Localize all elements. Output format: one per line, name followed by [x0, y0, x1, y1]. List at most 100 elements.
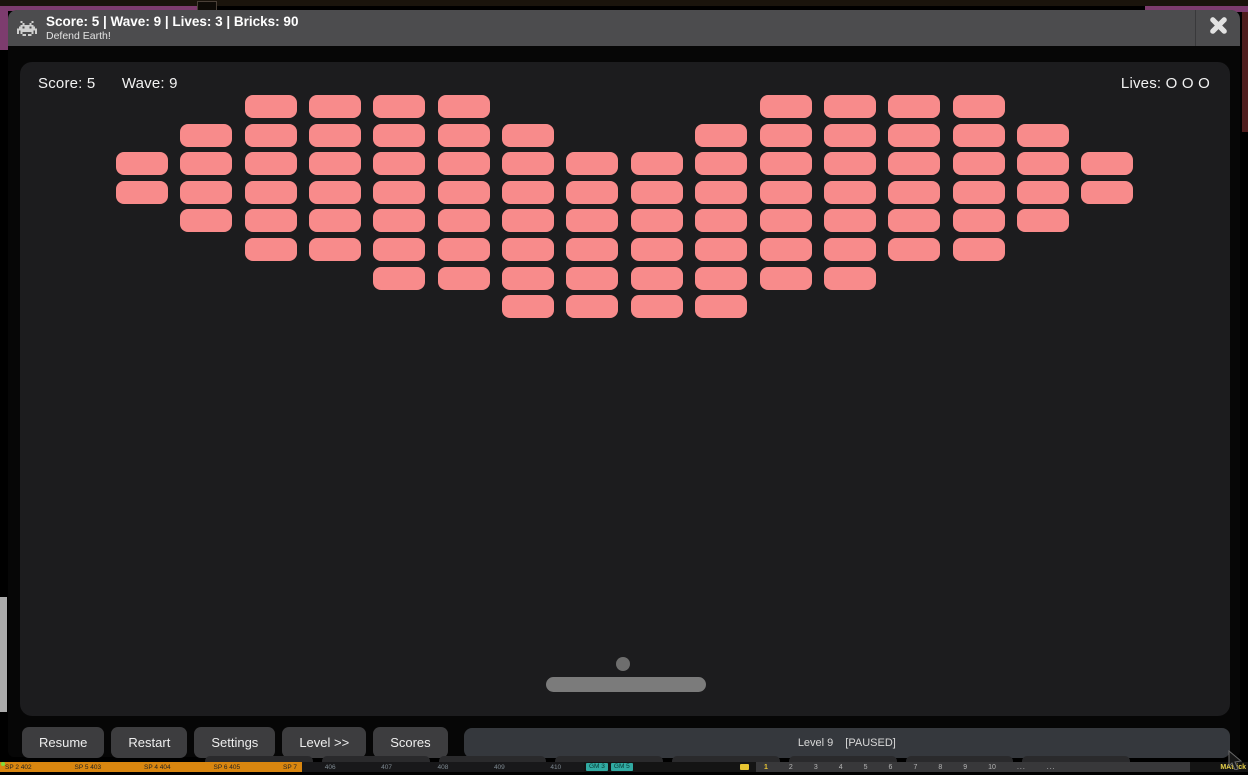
brick — [888, 181, 940, 204]
brick — [760, 152, 812, 175]
brick — [566, 295, 618, 318]
brick — [695, 209, 747, 232]
instrument-chip: GM 3 — [586, 763, 608, 771]
brick — [502, 124, 554, 147]
restart-button[interactable]: Restart — [111, 727, 187, 758]
brick — [760, 209, 812, 232]
track-number: 4 — [839, 764, 843, 771]
brick — [438, 95, 490, 118]
brick — [502, 267, 554, 290]
brick — [824, 95, 876, 118]
brick — [309, 152, 361, 175]
brick — [245, 152, 297, 175]
brick — [116, 181, 168, 204]
brick — [373, 152, 425, 175]
brick — [953, 95, 1005, 118]
brick — [888, 124, 940, 147]
brick — [824, 238, 876, 261]
brick — [566, 152, 618, 175]
track-number: 7 — [913, 764, 917, 771]
brick — [824, 181, 876, 204]
clip-label: SP 7 — [283, 764, 297, 771]
track-number: 2 — [789, 764, 793, 771]
bar-number: 409 — [494, 764, 505, 771]
brick — [438, 181, 490, 204]
brick — [309, 95, 361, 118]
brick — [760, 267, 812, 290]
brick — [1081, 152, 1133, 175]
brick — [953, 124, 1005, 147]
bar-number: 406 — [325, 764, 336, 771]
brick — [824, 267, 876, 290]
brick — [245, 238, 297, 261]
bar-number: 407 — [381, 764, 392, 771]
titlebar[interactable]: Score: 5 | Wave: 9 | Lives: 3 | Bricks: … — [8, 10, 1240, 46]
bar-number: 410 — [550, 764, 561, 771]
brick — [631, 238, 683, 261]
brick — [888, 152, 940, 175]
brick — [953, 181, 1005, 204]
game-window: Score: 5 | Wave: 9 | Lives: 3 | Bricks: … — [8, 10, 1240, 757]
brick — [695, 152, 747, 175]
brick — [760, 181, 812, 204]
level-next-button[interactable]: Level >> — [282, 727, 366, 758]
playfield[interactable]: Score: 5 Wave: 9 Lives: O O O — [20, 62, 1230, 716]
brick — [502, 238, 554, 261]
brick — [438, 152, 490, 175]
hud-score: Score: 5 — [38, 75, 95, 92]
brick — [1017, 209, 1069, 232]
status-paused: [PAUSED] — [845, 737, 896, 749]
background-window-edge — [1242, 12, 1248, 132]
bar-numbers: 406407408409410 — [302, 762, 584, 772]
window-subtitle: Defend Earth! — [46, 30, 298, 43]
window-title: Score: 5 | Wave: 9 | Lives: 3 | Bricks: … — [46, 14, 298, 30]
brick — [309, 238, 361, 261]
resume-button[interactable]: Resume — [22, 727, 104, 758]
brick — [309, 209, 361, 232]
hud-left: Score: 5 Wave: 9 — [38, 75, 178, 92]
instrument-chip: GM 5 — [611, 763, 633, 771]
brick — [760, 124, 812, 147]
brick — [438, 209, 490, 232]
brick — [116, 152, 168, 175]
brick — [566, 238, 618, 261]
brick — [760, 95, 812, 118]
overflow-dots: ... — [1047, 764, 1056, 771]
brick — [888, 209, 940, 232]
brick — [245, 181, 297, 204]
brick — [631, 267, 683, 290]
brick — [502, 295, 554, 318]
settings-button[interactable]: Settings — [194, 727, 275, 758]
scores-button[interactable]: Scores — [373, 727, 447, 758]
brick — [373, 124, 425, 147]
paddle[interactable] — [546, 677, 706, 692]
hud-lives: Lives: O O O — [1121, 75, 1210, 92]
background-window-edge — [0, 597, 7, 712]
brick — [695, 267, 747, 290]
brick — [309, 181, 361, 204]
status-bar: Level 9 [PAUSED] — [464, 728, 1230, 758]
hud-wave: Wave: 9 — [122, 75, 178, 92]
brick — [502, 152, 554, 175]
brick — [245, 95, 297, 118]
brick — [373, 95, 425, 118]
brick — [180, 209, 232, 232]
chip-row: GM 3GM 5 — [586, 763, 633, 771]
brick — [631, 181, 683, 204]
brick — [373, 181, 425, 204]
brick — [824, 209, 876, 232]
brick — [502, 209, 554, 232]
clip-label: SP 2 402 — [5, 764, 32, 771]
toolbar: Resume Restart Settings Level >> Scores … — [22, 727, 1230, 758]
background-app-strip: SP 2 402SP 5 403SP 4 404SP 6 405SP 7 406… — [0, 762, 1248, 772]
track-number: 10 — [988, 764, 996, 771]
brick — [566, 209, 618, 232]
brick — [631, 152, 683, 175]
track-number: 9 — [963, 764, 967, 771]
close-button[interactable] — [1196, 10, 1240, 46]
brick — [695, 124, 747, 147]
track-numbers: 12345678910...... — [756, 762, 1190, 772]
clip-icon — [740, 764, 749, 770]
brick — [180, 181, 232, 204]
brick — [1017, 124, 1069, 147]
